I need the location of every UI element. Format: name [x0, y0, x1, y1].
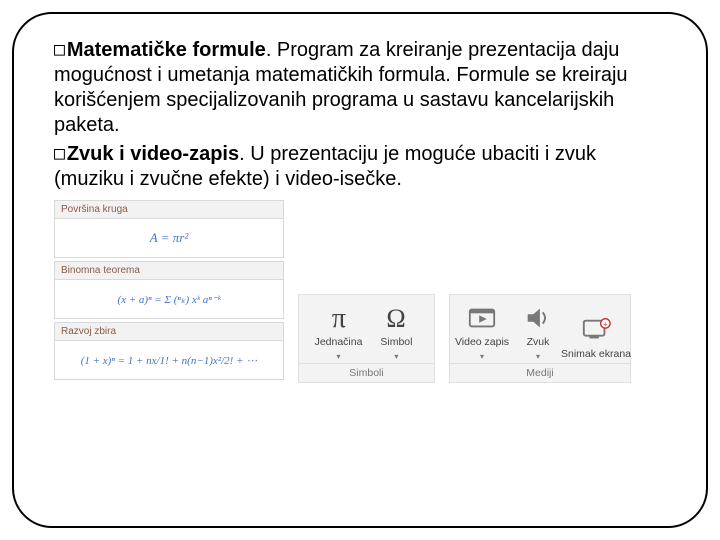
- screen-record-button[interactable]: + Snimak ekrana: [572, 313, 620, 361]
- chevron-down-icon: ▾: [480, 352, 484, 361]
- symbol-button[interactable]: Ω Simbol ▾: [374, 301, 418, 361]
- p2-title: Zvuk i video-zapis: [67, 143, 239, 165]
- equation-preview: (x + a)ⁿ = Σ (ⁿₖ) xᵏ aⁿ⁻ᵏ: [54, 280, 284, 319]
- slide-frame: □Matematičke formule. Program za kreiran…: [12, 12, 708, 528]
- svg-text:Ω: Ω: [387, 304, 406, 333]
- svg-text:π: π: [331, 303, 345, 334]
- equation-category: Binomna teorema: [54, 261, 284, 280]
- svg-text:+: +: [603, 320, 608, 329]
- bullet-icon: □: [54, 39, 65, 62]
- ribbon-group-symbols: π Jednačina ▾ Ω Simbol ▾ Simboli: [298, 294, 435, 383]
- ribbon-group-label: Mediji: [450, 363, 630, 382]
- paragraph-2: □Zvuk i video-zapis. U prezentaciju je m…: [54, 142, 666, 192]
- equation-gallery: Površina kruga A = πr² Binomna teorema (…: [54, 200, 284, 383]
- images-row: Površina kruga A = πr² Binomna teorema (…: [54, 200, 666, 383]
- body-text: □Matematičke formule. Program za kreiran…: [54, 38, 666, 192]
- sound-icon: [521, 301, 555, 335]
- equation-preview: A = πr²: [54, 219, 284, 258]
- ribbon-group-label: Simboli: [299, 363, 434, 382]
- equation-category: Razvoj zbira: [54, 322, 284, 341]
- paragraph-1: □Matematičke formule. Program za kreiran…: [54, 38, 666, 138]
- p1-title: Matematičke formule: [67, 39, 266, 61]
- chevron-down-icon: ▾: [394, 352, 398, 361]
- omega-icon: Ω: [379, 301, 413, 335]
- equation-preview: (1 + x)ⁿ = 1 + nx/1! + n(n−1)x²/2! + ⋯: [54, 341, 284, 380]
- button-label: Simbol: [380, 337, 412, 349]
- chevron-down-icon: ▾: [336, 352, 340, 361]
- ribbon-group-media: Video zapis ▾ Zvuk ▾: [449, 294, 631, 383]
- equation-category: Površina kruga: [54, 200, 284, 219]
- audio-button[interactable]: Zvuk ▾: [516, 301, 560, 361]
- button-label: Snimak ekrana: [561, 349, 631, 361]
- chevron-down-icon: ▾: [536, 352, 540, 361]
- video-button[interactable]: Video zapis ▾: [460, 301, 504, 361]
- pi-icon: π: [322, 301, 356, 335]
- video-icon: [465, 301, 499, 335]
- bullet-icon: □: [54, 143, 65, 166]
- button-label: Jednačina: [315, 337, 363, 349]
- equation-button[interactable]: π Jednačina ▾: [315, 301, 363, 361]
- button-label: Zvuk: [527, 337, 550, 349]
- button-label: Video zapis: [455, 337, 509, 349]
- screen-record-icon: +: [579, 313, 613, 347]
